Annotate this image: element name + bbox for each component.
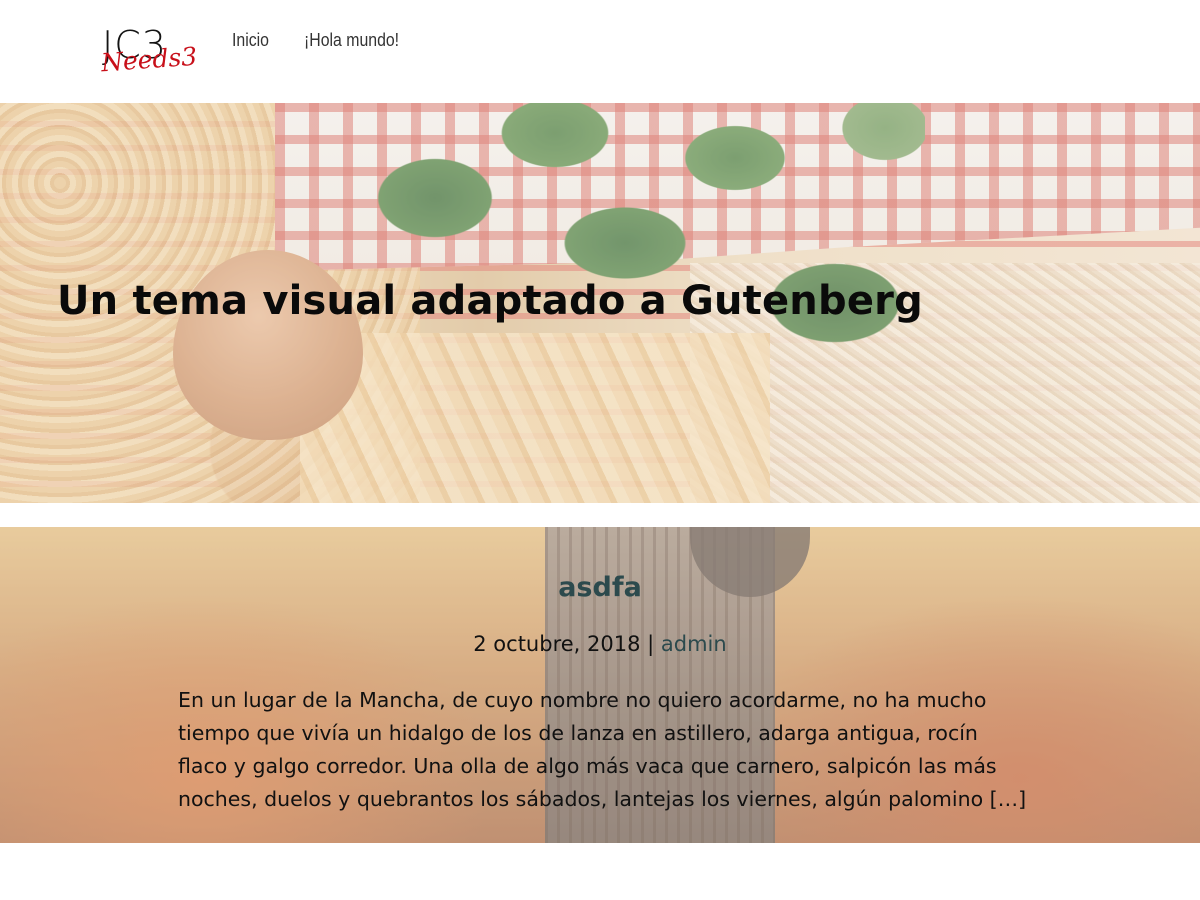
post-card: asdfa 2 octubre, 2018 | admin En un luga… bbox=[0, 527, 1200, 843]
post-meta: 2 octubre, 2018 | admin bbox=[0, 632, 1200, 656]
post-meta-separator: | bbox=[640, 632, 661, 656]
site-header: JC3 Needs3 Inicio ¡Hola mundo! bbox=[0, 0, 1200, 103]
post-date: 2 octubre, 2018 bbox=[473, 632, 641, 656]
post-author-link[interactable]: admin bbox=[661, 632, 727, 656]
site-logo[interactable]: JC3 Needs3 bbox=[100, 26, 198, 82]
post-title-link[interactable]: asdfa bbox=[0, 572, 1200, 603]
logo-script-text: Needs3 bbox=[100, 41, 199, 78]
post-excerpt: En un lugar de la Mancha, de cuyo nombre… bbox=[178, 688, 1027, 811]
nav-item-inicio[interactable]: Inicio bbox=[232, 30, 269, 51]
hero-title: Un tema visual adaptado a Gutenberg bbox=[57, 278, 923, 324]
nav-item-hola-mundo[interactable]: ¡Hola mundo! bbox=[304, 30, 399, 51]
hero-banner: Un tema visual adaptado a Gutenberg bbox=[0, 103, 1200, 503]
main-nav: Inicio ¡Hola mundo! bbox=[232, 30, 412, 51]
